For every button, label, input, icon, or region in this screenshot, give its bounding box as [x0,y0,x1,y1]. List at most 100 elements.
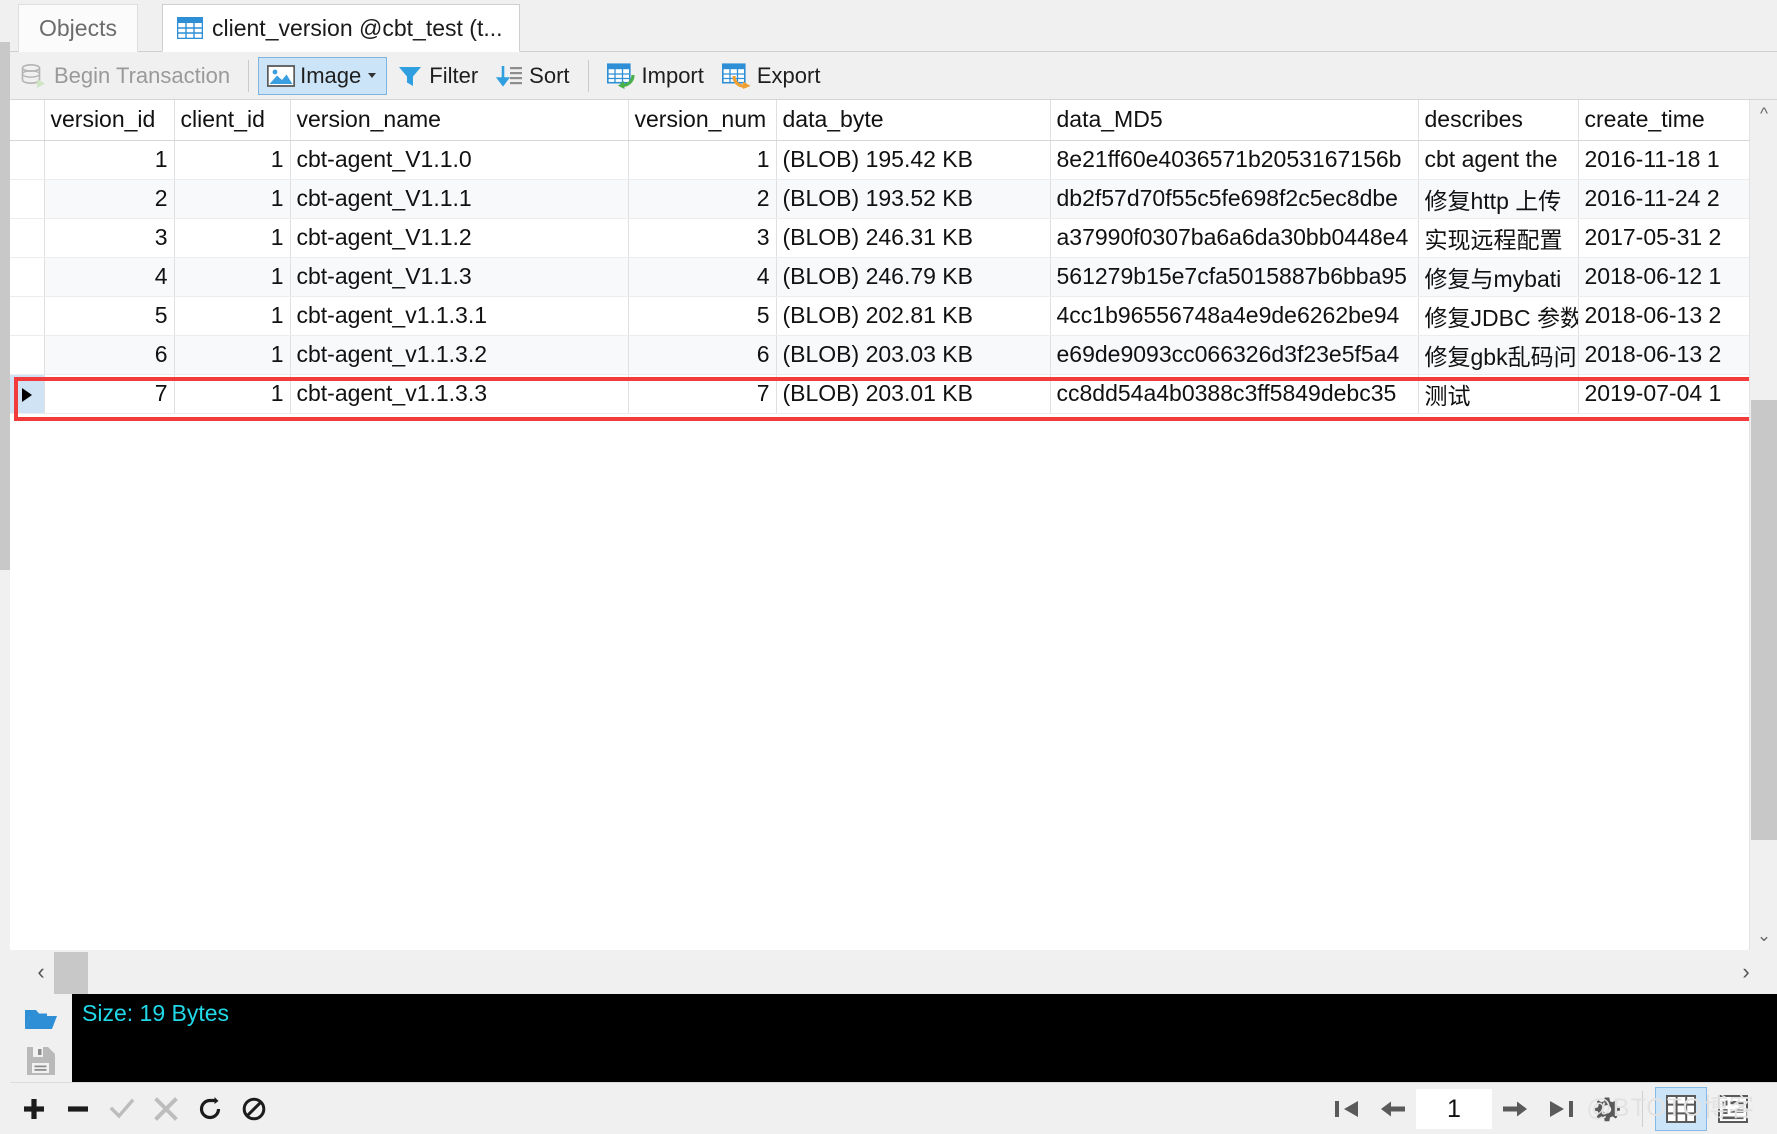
data-grid[interactable]: version_id client_id version_name version_n… [10,100,1777,950]
last-page-button[interactable] [1538,1087,1584,1131]
cell-client_id[interactable]: 1 [174,218,291,258]
cell-describes[interactable]: 修复http 上传 [1418,179,1579,219]
form-view-button[interactable] [1707,1087,1759,1131]
column-header-create_time[interactable]: create_time [1578,100,1777,141]
cell-version_id[interactable]: 2 [44,179,175,219]
stop-button[interactable] [234,1089,274,1129]
cell-version_name[interactable]: cbt-agent_v1.1.3.1 [290,296,629,336]
cell-describes[interactable]: 修复JDBC 参数 [1418,296,1579,336]
cancel-change-button[interactable] [146,1089,186,1129]
open-folder-button[interactable] [19,998,63,1040]
cell-describes[interactable]: 修复gbk乱码问 [1418,335,1579,375]
chevron-down-icon[interactable] [368,73,377,78]
refresh-button[interactable] [190,1089,230,1129]
column-header-data_MD5[interactable]: data_MD5 [1050,100,1419,141]
cell-version_name[interactable]: cbt-agent_V1.1.3 [290,257,629,297]
cell-describes[interactable]: 修复与mybati [1418,257,1579,297]
cell-create_time[interactable]: 2017-05-31 2 [1578,218,1777,258]
cell-data_MD5[interactable]: e69de9093cc066326d3f23e5f5a4 [1050,335,1419,375]
image-toggle-button[interactable]: Image [258,56,388,95]
table-row[interactable]: 5 1 cbt-agent_v1.1.3.1 5 (BLOB) 202.81 KB 4cc… [10,296,1777,336]
tab-client-version[interactable]: client_version @cbt_test (t... [162,4,520,52]
cell-version_num[interactable]: 3 [628,218,777,258]
horizontal-scroll-thumb[interactable] [54,952,88,994]
cell-data_MD5[interactable]: cc8dd54a4b0388c3ff5849debc35 [1050,374,1419,414]
left-rail-scroll-thumb[interactable] [0,42,10,570]
cell-client_id[interactable]: 1 [174,374,291,414]
table-row[interactable]: 4 1 cbt-agent_V1.1.3 4 (BLOB) 246.79 KB 56127… [10,257,1777,297]
vertical-scrollbar[interactable]: ^ ⌄ [1749,100,1777,950]
row-gutter[interactable] [10,335,45,375]
cell-version_id[interactable]: 6 [44,335,175,375]
cell-version_id[interactable]: 3 [44,218,175,258]
cell-client_id[interactable]: 1 [174,257,291,297]
cell-version_name[interactable]: cbt-agent_V1.1.1 [290,179,629,219]
sort-button[interactable]: Sort [487,57,578,95]
first-page-button[interactable] [1324,1087,1370,1131]
cell-describes[interactable]: 测试 [1418,374,1579,414]
cell-version_name[interactable]: cbt-agent_v1.1.3.2 [290,335,629,375]
cell-create_time[interactable]: 2018-06-12 1 [1578,257,1777,297]
row-gutter[interactable] [10,296,45,336]
cell-create_time[interactable]: 2016-11-18 1 [1578,140,1777,180]
scroll-left-icon[interactable]: ‹ [24,950,58,994]
row-gutter[interactable] [10,257,45,297]
cell-client_id[interactable]: 1 [174,335,291,375]
next-page-button[interactable] [1492,1087,1538,1131]
page-number-input[interactable]: 1 [1416,1088,1492,1129]
cell-client_id[interactable]: 1 [174,296,291,336]
grid-view-button[interactable] [1655,1086,1707,1131]
cell-data_byte[interactable]: (BLOB) 195.42 KB [776,140,1051,180]
cell-create_time[interactable]: 2018-06-13 2 [1578,335,1777,375]
pagination-settings-button[interactable] [1584,1087,1630,1131]
cell-data_MD5[interactable]: db2f57d70f55c5fe698f2c5ec8dbe [1050,179,1419,219]
scroll-right-icon[interactable]: › [1729,950,1763,994]
column-header-describes[interactable]: describes [1418,100,1579,141]
table-row[interactable]: 3 1 cbt-agent_V1.1.2 3 (BLOB) 246.31 KB a3799… [10,218,1777,258]
table-row[interactable]: 7 1 cbt-agent_v1.1.3.3 7 (BLOB) 203.01 KB cc8… [10,374,1777,414]
row-gutter[interactable] [10,374,45,414]
cell-data_MD5[interactable]: a37990f0307ba6a6da30bb0448e4 [1050,218,1419,258]
blob-content-view[interactable]: Size: 19 Bytes [72,994,1777,1082]
cell-data_MD5[interactable]: 8e21ff60e4036571b2053167156b [1050,140,1419,180]
cell-version_num[interactable]: 6 [628,335,777,375]
scroll-down-icon[interactable]: ⌄ [1750,922,1777,950]
cell-version_id[interactable]: 1 [44,140,175,180]
filter-button[interactable]: Filter [387,57,487,95]
column-header-version_id[interactable]: version_id [44,100,175,141]
cell-data_byte[interactable]: (BLOB) 246.31 KB [776,218,1051,258]
begin-transaction-button[interactable]: Begin Transaction [10,57,239,95]
cell-data_byte[interactable]: (BLOB) 203.01 KB [776,374,1051,414]
cell-version_num[interactable]: 5 [628,296,777,336]
cell-version_name[interactable]: cbt-agent_v1.1.3.3 [290,374,629,414]
cell-version_num[interactable]: 7 [628,374,777,414]
cell-data_byte[interactable]: (BLOB) 193.52 KB [776,179,1051,219]
cell-version_name[interactable]: cbt-agent_V1.1.0 [290,140,629,180]
table-row[interactable]: 1 1 cbt-agent_V1.1.0 1 (BLOB) 195.42 KB 8e21f… [10,140,1777,180]
export-button[interactable]: Export [713,57,830,95]
cell-data_byte[interactable]: (BLOB) 203.03 KB [776,335,1051,375]
cell-version_id[interactable]: 5 [44,296,175,336]
cell-create_time[interactable]: 2018-06-13 2 [1578,296,1777,336]
vertical-scroll-thumb[interactable] [1751,400,1777,840]
save-to-file-button[interactable] [19,1040,63,1082]
table-row[interactable]: 6 1 cbt-agent_v1.1.3.2 6 (BLOB) 203.03 KB e69… [10,335,1777,375]
apply-change-button[interactable] [102,1089,142,1129]
tab-objects[interactable]: Objects [18,4,138,52]
cell-data_MD5[interactable]: 561279b15e7cfa5015887b6bba95 [1050,257,1419,297]
cell-create_time[interactable]: 2016-11-24 2 [1578,179,1777,219]
cell-data_byte[interactable]: (BLOB) 246.79 KB [776,257,1051,297]
cell-version_id[interactable]: 4 [44,257,175,297]
delete-record-button[interactable] [58,1089,98,1129]
scroll-up-icon[interactable]: ^ [1750,100,1777,128]
cell-describes[interactable]: 实现远程配置 [1418,218,1579,258]
cell-client_id[interactable]: 1 [174,179,291,219]
cell-data_MD5[interactable]: 4cc1b96556748a4e9de6262be94 [1050,296,1419,336]
cell-create_time[interactable]: 2019-07-04 1 [1578,374,1777,414]
import-button[interactable]: Import [598,57,713,95]
cell-version_name[interactable]: cbt-agent_V1.1.2 [290,218,629,258]
previous-page-button[interactable] [1370,1087,1416,1131]
add-record-button[interactable] [14,1089,54,1129]
cell-version_id[interactable]: 7 [44,374,175,414]
cell-data_byte[interactable]: (BLOB) 202.81 KB [776,296,1051,336]
